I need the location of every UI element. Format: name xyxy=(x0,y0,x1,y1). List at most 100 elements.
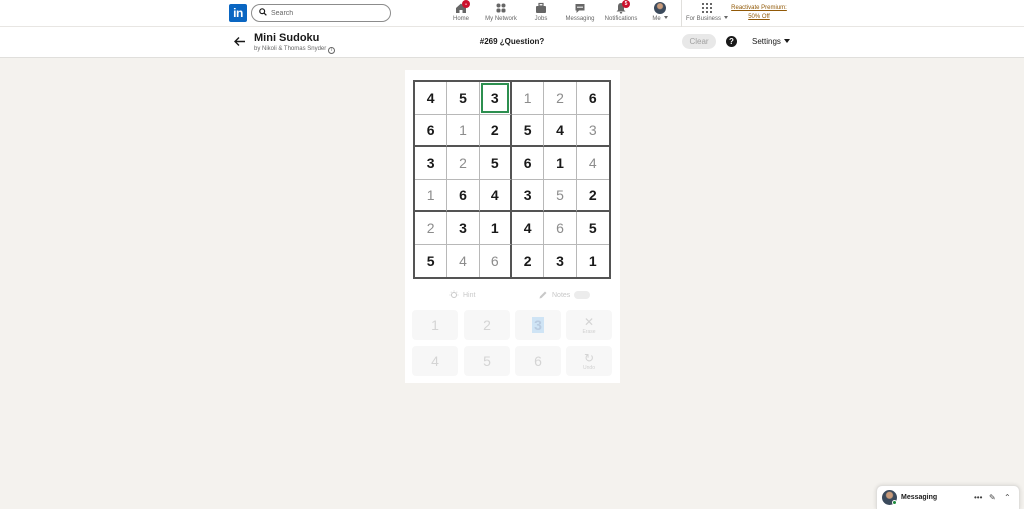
sudoku-cell[interactable]: 5 xyxy=(544,179,577,212)
settings-dropdown[interactable]: Settings xyxy=(752,37,790,46)
sudoku-cell[interactable]: 4 xyxy=(447,244,480,277)
sudoku-cell[interactable]: 5 xyxy=(415,244,448,277)
sudoku-cell[interactable]: 5 xyxy=(576,212,609,245)
notes-toggle[interactable]: Notes xyxy=(538,290,591,300)
compose-icon[interactable]: ✎ xyxy=(989,493,996,502)
sudoku-board: 453126612543325614164352231465546231 xyxy=(413,80,611,279)
nav-messaging-label: Messaging xyxy=(565,16,595,22)
search-input[interactable] xyxy=(271,6,381,20)
game-header: Mini Sudoku by Nikoli & Thomas Snyder i #… xyxy=(0,27,1024,58)
sudoku-cell[interactable]: 6 xyxy=(576,82,609,115)
sudoku-cell[interactable]: 5 xyxy=(511,114,545,147)
keypad-number-button[interactable]: 6 xyxy=(515,346,561,376)
sudoku-cell[interactable]: 6 xyxy=(544,212,577,245)
sudoku-cell[interactable]: 5 xyxy=(479,147,512,180)
search-box[interactable] xyxy=(251,4,391,22)
sudoku-cell[interactable]: 4 xyxy=(544,114,577,147)
keypad-number-label: 4 xyxy=(431,353,439,369)
keypad-number-button[interactable]: 3 xyxy=(515,310,561,340)
help-icon[interactable]: ? xyxy=(726,36,737,47)
sudoku-cell[interactable]: 4 xyxy=(479,179,512,212)
messaging-dock[interactable]: Messaging ••• ✎ ⌃ xyxy=(876,485,1020,509)
sudoku-cell[interactable]: 4 xyxy=(415,82,448,115)
clear-button[interactable]: Clear xyxy=(682,34,716,49)
nav-jobs[interactable]: Jobs xyxy=(530,2,552,26)
keypad-number-button[interactable]: 5 xyxy=(464,346,510,376)
game-author: by Nikoli & Thomas Snyder i xyxy=(254,46,336,54)
premium-line-1: Reactivate Premium: xyxy=(731,5,787,11)
puzzle-name: #269 ¿Question? xyxy=(479,37,545,46)
sudoku-cell[interactable]: 5 xyxy=(447,82,480,115)
sudoku-cell[interactable]: 3 xyxy=(479,82,512,115)
sudoku-cell[interactable]: 2 xyxy=(512,244,545,277)
sudoku-cell[interactable]: 1 xyxy=(544,147,577,180)
undo-label: Undo xyxy=(583,364,595,371)
erase-button[interactable]: ✕ Erase xyxy=(566,310,612,340)
sudoku-cell[interactable]: 6 xyxy=(415,114,448,147)
nav-home-label: Home xyxy=(452,16,469,22)
online-status-dot xyxy=(892,500,897,505)
chat-icon xyxy=(575,4,585,13)
network-icon xyxy=(496,3,506,13)
search-icon xyxy=(259,8,267,16)
nav-messaging[interactable]: Messaging xyxy=(564,2,596,26)
reactivate-premium-link[interactable]: Reactivate Premium: 50% Off xyxy=(726,4,792,22)
sudoku-cell[interactable]: 2 xyxy=(479,114,512,147)
nav-for-business-label: For Business xyxy=(686,16,722,22)
nav-notifications-label: Notifications xyxy=(604,16,638,22)
sudoku-cell[interactable]: 4 xyxy=(511,212,545,245)
sudoku-cell[interactable]: 6 xyxy=(511,147,545,180)
nav-divider xyxy=(681,0,682,27)
nav-notifications[interactable]: 5 Notifications xyxy=(603,0,639,26)
undo-icon: ↻ xyxy=(583,350,595,365)
grid-icon xyxy=(702,3,712,13)
lightbulb-icon xyxy=(449,290,459,298)
sudoku-cell[interactable]: 1 xyxy=(415,179,448,212)
premium-line-2: 50% Off xyxy=(748,14,770,20)
nav-my-network[interactable]: My Network xyxy=(481,2,521,26)
sudoku-cell[interactable]: 2 xyxy=(544,82,577,115)
linkedin-logo[interactable]: in xyxy=(229,4,247,22)
sudoku-cell[interactable]: 6 xyxy=(447,179,480,212)
sudoku-cell[interactable]: 2 xyxy=(576,180,609,212)
back-arrow-icon[interactable] xyxy=(233,35,246,48)
briefcase-icon xyxy=(536,2,546,13)
hint-label: Hint xyxy=(463,291,476,299)
chevron-up-icon[interactable]: ⌃ xyxy=(1004,493,1011,502)
sudoku-cell[interactable]: 1 xyxy=(577,245,609,278)
sudoku-cell[interactable]: 4 xyxy=(576,147,609,180)
nav-me-label: Me xyxy=(652,16,661,22)
sudoku-cell[interactable]: 3 xyxy=(511,179,545,212)
sudoku-cell[interactable]: 6 xyxy=(480,244,512,277)
nav-me[interactable]: Me xyxy=(650,2,670,26)
erase-label: Erase xyxy=(582,328,596,335)
hint-button[interactable]: Hint xyxy=(449,290,475,300)
more-options-icon[interactable]: ••• xyxy=(974,493,982,502)
messaging-dock-label: Messaging xyxy=(901,494,938,501)
nav-for-business[interactable]: For Business xyxy=(686,2,729,26)
sudoku-cell[interactable]: 3 xyxy=(576,115,609,147)
avatar xyxy=(654,2,666,14)
sudoku-cell[interactable]: 3 xyxy=(415,147,448,180)
keypad-number-label: 1 xyxy=(431,317,439,333)
nav-my-network-label: My Network xyxy=(485,16,517,22)
keypad-number-button[interactable]: 1 xyxy=(412,310,458,340)
sudoku-cell[interactable]: 2 xyxy=(415,212,448,245)
notes-switch[interactable] xyxy=(574,291,591,299)
close-icon: ✕ xyxy=(583,314,595,329)
sudoku-cell[interactable]: 2 xyxy=(447,147,480,180)
undo-button[interactable]: ↻ Undo xyxy=(566,346,612,376)
sudoku-cell[interactable]: 1 xyxy=(511,82,545,115)
keypad-number-button[interactable]: 4 xyxy=(412,346,458,376)
sudoku-cell[interactable]: 1 xyxy=(447,114,480,147)
info-icon[interactable]: i xyxy=(328,47,336,54)
nav-home[interactable]: ● Home xyxy=(449,0,473,26)
nav-jobs-label: Jobs xyxy=(534,16,548,22)
sudoku-cell[interactable]: 1 xyxy=(479,212,512,245)
notifications-badge: 5 xyxy=(622,0,630,8)
notes-label: Notes xyxy=(552,291,571,299)
sudoku-cell[interactable]: 3 xyxy=(544,244,577,277)
sudoku-cell[interactable]: 3 xyxy=(447,212,480,245)
keypad-number-button[interactable]: 2 xyxy=(464,310,510,340)
settings-label: Settings xyxy=(752,37,781,46)
